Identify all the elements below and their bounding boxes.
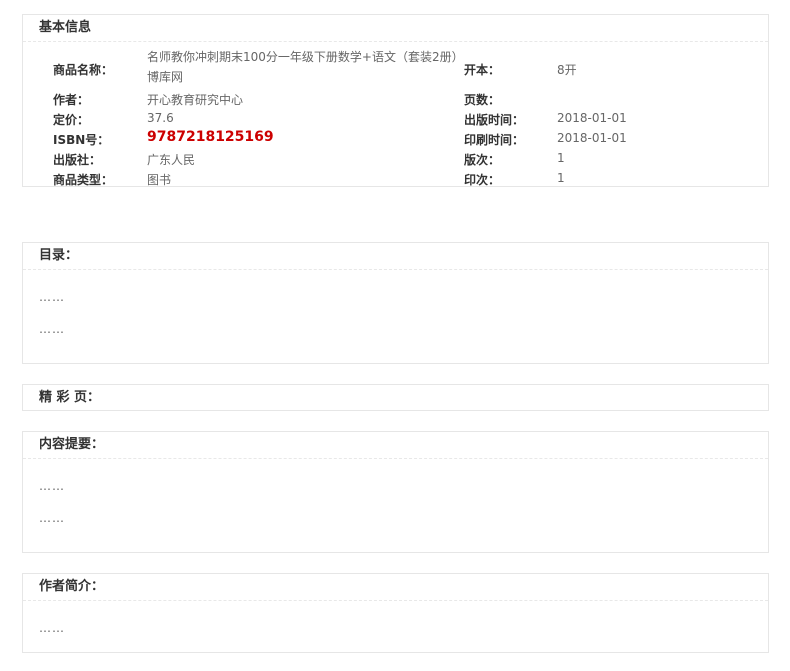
author-intro-line: …… <box>39 621 65 635</box>
value-publish-date: 2018-01-01 <box>557 111 627 125</box>
value-print-date: 2018-01-01 <box>557 131 627 145</box>
value-format: 8开 <box>557 63 577 77</box>
label-pages: 页数： <box>464 93 501 107</box>
author-intro-panel: 作者简介： …… <box>22 573 769 653</box>
value-price: 37.6 <box>147 111 174 125</box>
toc-line: …… <box>39 290 65 304</box>
toc-line: …… <box>39 322 65 336</box>
label-print-date: 印刷时间： <box>464 133 525 147</box>
value-product-name: 名师教你冲刺期末100分一年级下册数学+语文（套装2册）博库网 <box>147 50 458 84</box>
basic-info-title: 基本信息 <box>23 15 768 42</box>
summary-title: 内容提要： <box>23 432 768 459</box>
summary-line: …… <box>39 479 65 493</box>
summary-panel: 内容提要： …… …… <box>22 431 769 553</box>
value-author: 开心教育研究中心 <box>147 93 244 107</box>
summary-line: …… <box>39 511 65 525</box>
value-printing: 1 <box>557 171 565 185</box>
label-printing: 印次： <box>464 173 501 187</box>
label-publish-date: 出版时间： <box>464 113 525 127</box>
value-edition: 1 <box>557 151 565 165</box>
toc-title: 目录： <box>23 243 768 270</box>
highlights-title: 精 彩 页： <box>39 390 101 405</box>
author-intro-title: 作者简介： <box>23 574 768 601</box>
label-format: 开本： <box>464 63 501 77</box>
label-product-name: 商品名称： <box>53 63 114 77</box>
basic-info-panel: 基本信息 商品名称： 名师教你冲刺期末100分一年级下册数学+语文（套装2册）博… <box>22 14 769 187</box>
value-product-type: 图书 <box>147 173 172 187</box>
label-author: 作者： <box>53 93 90 107</box>
label-edition: 版次： <box>464 153 501 167</box>
value-publisher: 广东人民 <box>147 153 196 167</box>
highlights-panel: 精 彩 页： <box>22 384 769 411</box>
label-product-type: 商品类型： <box>53 173 114 187</box>
label-isbn: ISBN号： <box>53 133 110 147</box>
label-price: 定价： <box>53 113 90 127</box>
label-publisher: 出版社： <box>53 153 102 167</box>
value-isbn: 9787218125169 <box>147 129 274 145</box>
toc-panel: 目录： …… …… <box>22 242 769 364</box>
